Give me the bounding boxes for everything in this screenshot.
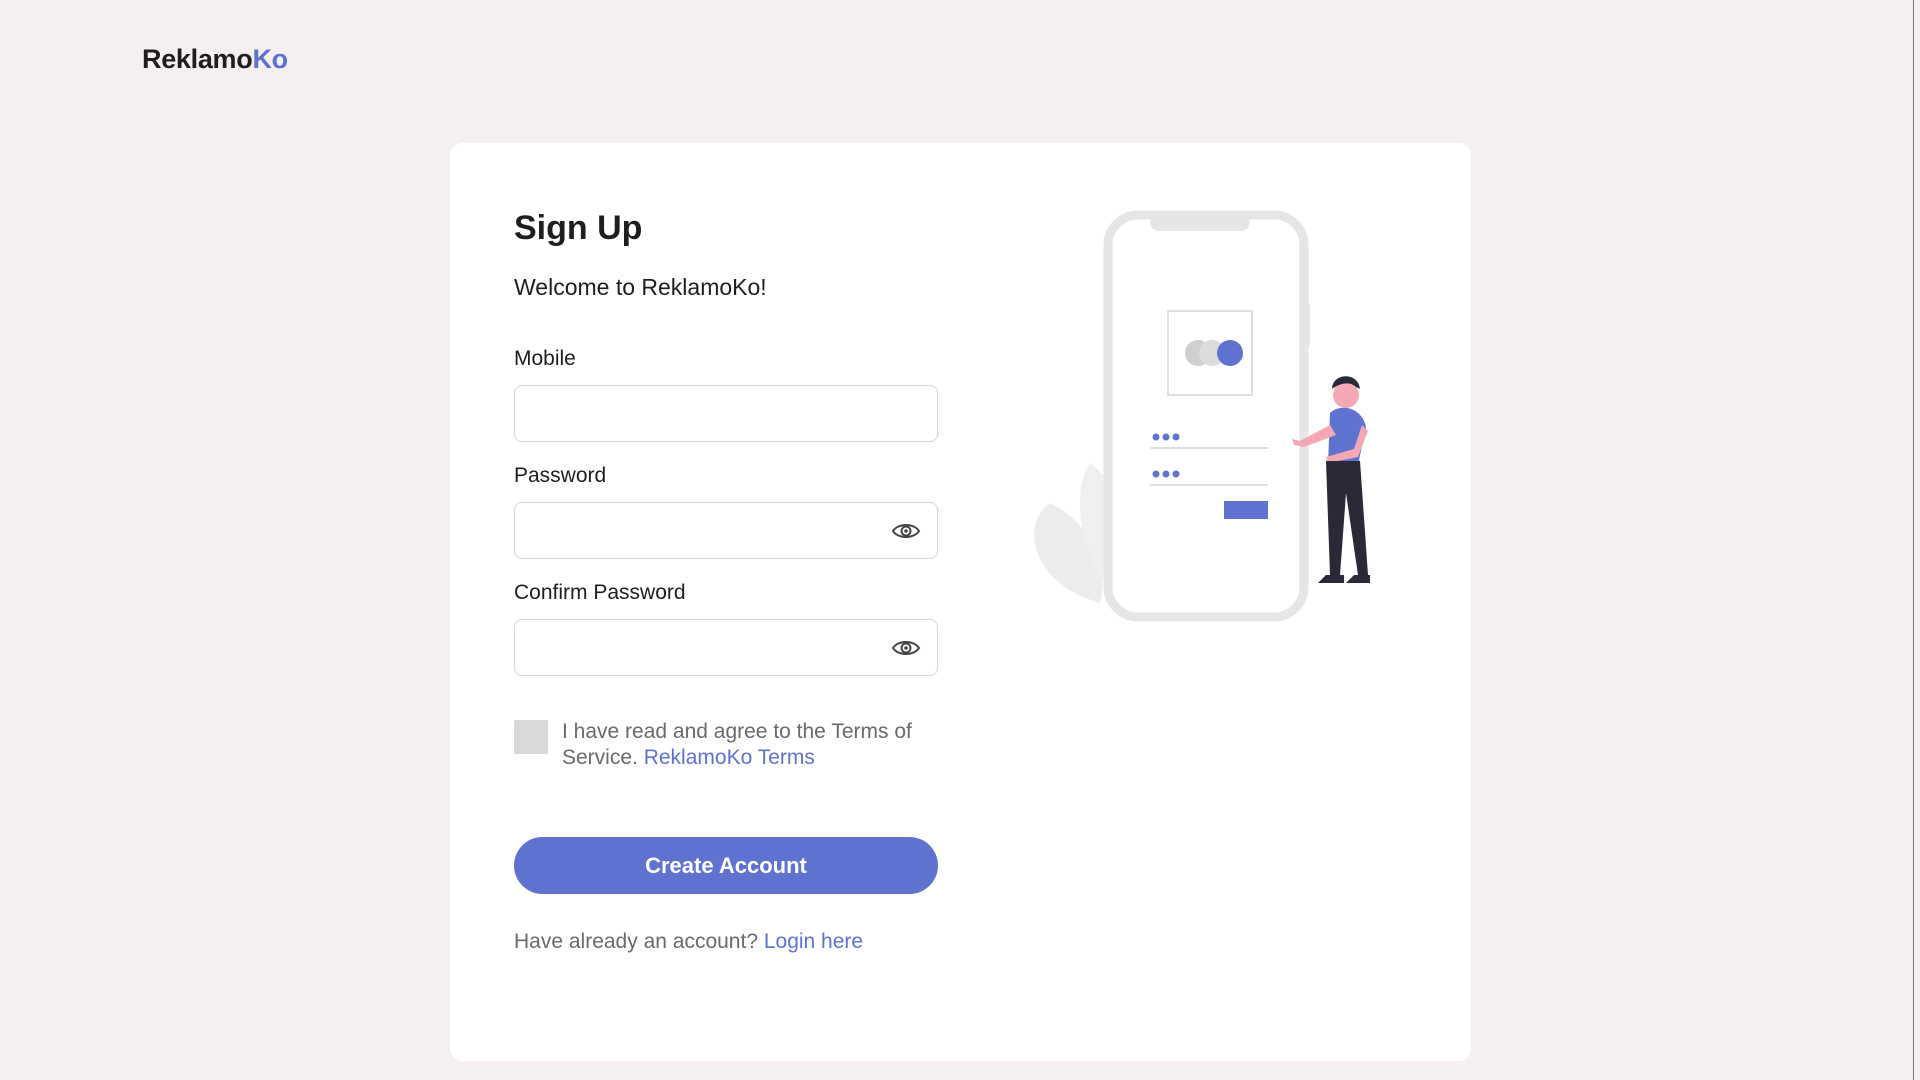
terms-link[interactable]: ReklamoKo Terms (644, 746, 815, 769)
password-input[interactable] (515, 503, 887, 557)
confirm-password-field-box (514, 619, 938, 676)
login-prompt: Have already an account? (514, 930, 758, 953)
confirm-password-input[interactable] (515, 620, 887, 674)
mobile-input[interactable] (515, 386, 887, 440)
login-row: Have already an account? Login here (514, 930, 938, 954)
password-field-box (514, 502, 938, 559)
mobile-label: Mobile (514, 347, 576, 370)
terms-checkbox[interactable] (514, 720, 548, 754)
vertical-scrollbar[interactable] (1913, 0, 1920, 1080)
signup-card: Sign Up Welcome to ReklamoKo! Mobile Pas… (450, 143, 1471, 1061)
welcome-text: Welcome to ReklamoKo! (514, 274, 767, 300)
terms-text-block: I have read and agree to the Terms of Se… (562, 719, 932, 771)
password-label: Password (514, 464, 607, 487)
eye-icon[interactable] (891, 637, 921, 659)
mobile-field-box (514, 385, 938, 442)
login-link[interactable]: Login here (764, 930, 863, 953)
signup-form: Sign Up Welcome to ReklamoKo! Mobile Pas… (514, 206, 938, 954)
eye-icon[interactable] (891, 520, 921, 542)
signup-illustration (1034, 210, 1370, 622)
create-account-button[interactable]: Create Account (514, 837, 938, 894)
brand-logo-part2: Ko (252, 44, 288, 74)
page-title: Sign Up (514, 209, 643, 247)
terms-row: I have read and agree to the Terms of Se… (514, 720, 938, 771)
brand-logo-part1: Reklamo (142, 44, 253, 74)
brand-logo[interactable]: ReklamoKo (142, 44, 288, 75)
confirm-password-label: Confirm Password (514, 581, 686, 604)
